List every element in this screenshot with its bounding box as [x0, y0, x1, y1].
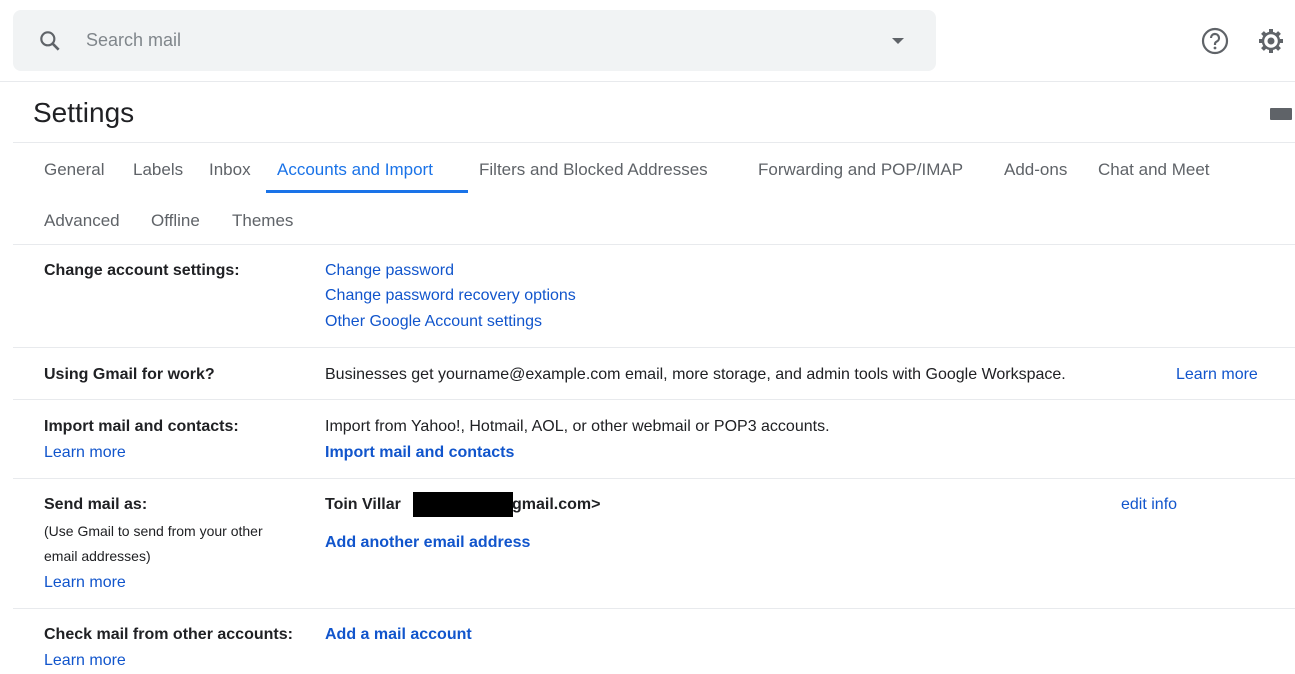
divider — [13, 478, 1295, 479]
edit-info-link[interactable]: edit info — [1121, 496, 1177, 514]
divider — [0, 81, 1295, 82]
check-mail-label: Check mail from other accounts: — [44, 626, 293, 644]
help-icon[interactable] — [1199, 25, 1231, 57]
page-title: Settings — [33, 97, 134, 129]
search-input[interactable]: Search mail — [86, 30, 181, 51]
workspace-text: Businesses get yourname@example.com emai… — [325, 366, 1066, 384]
send-mail-as-hint: (Use Gmail to send from your other — [44, 523, 263, 539]
tab-forwarding[interactable]: Forwarding and POP/IMAP — [758, 160, 963, 180]
sender-email-suffix: gmail.com> — [512, 496, 600, 514]
keyboard-icon[interactable] — [1270, 108, 1292, 120]
divider — [13, 608, 1295, 609]
sender-name: Toin Villar — [325, 496, 401, 514]
divider — [13, 244, 1295, 245]
change-recovery-link[interactable]: Change password recovery options — [325, 287, 576, 305]
redacted-email — [413, 492, 513, 517]
divider — [13, 347, 1295, 348]
send-mail-as-hint-2: email addresses) — [44, 548, 151, 564]
gear-icon[interactable] — [1255, 25, 1287, 57]
change-account-label: Change account settings: — [44, 262, 240, 280]
send-as-learn-more-link[interactable]: Learn more — [44, 574, 126, 592]
import-text: Import from Yahoo!, Hotmail, AOL, or oth… — [325, 418, 830, 436]
send-mail-as-label: Send mail as: — [44, 496, 147, 514]
import-label: Import mail and contacts: — [44, 418, 239, 436]
import-learn-more-link[interactable]: Learn more — [44, 444, 126, 462]
tab-inbox[interactable]: Inbox — [209, 160, 251, 180]
tab-offline[interactable]: Offline — [151, 211, 200, 231]
tab-chat-and-meet[interactable]: Chat and Meet — [1098, 160, 1210, 180]
tab-advanced[interactable]: Advanced — [44, 211, 120, 231]
other-account-settings-link[interactable]: Other Google Account settings — [325, 313, 542, 331]
tab-accounts-and-import[interactable]: Accounts and Import — [277, 160, 433, 180]
change-password-link[interactable]: Change password — [325, 262, 454, 280]
gmail-work-label: Using Gmail for work? — [44, 366, 215, 384]
tab-general[interactable]: General — [44, 160, 104, 180]
search-icon[interactable] — [37, 28, 63, 54]
active-tab-indicator — [266, 190, 468, 193]
divider — [13, 399, 1295, 400]
divider — [13, 142, 1295, 143]
search-options-icon[interactable] — [892, 38, 904, 44]
check-mail-learn-more-link[interactable]: Learn more — [44, 652, 126, 670]
tab-add-ons[interactable]: Add-ons — [1004, 160, 1067, 180]
add-email-address-link[interactable]: Add another email address — [325, 534, 530, 552]
tab-labels[interactable]: Labels — [133, 160, 183, 180]
search-bar[interactable]: Search mail — [13, 10, 936, 71]
tab-filters[interactable]: Filters and Blocked Addresses — [479, 160, 708, 180]
workspace-learn-more-link[interactable]: Learn more — [1176, 366, 1258, 384]
import-mail-link[interactable]: Import mail and contacts — [325, 444, 514, 462]
tab-themes[interactable]: Themes — [232, 211, 293, 231]
add-mail-account-link[interactable]: Add a mail account — [325, 626, 472, 644]
